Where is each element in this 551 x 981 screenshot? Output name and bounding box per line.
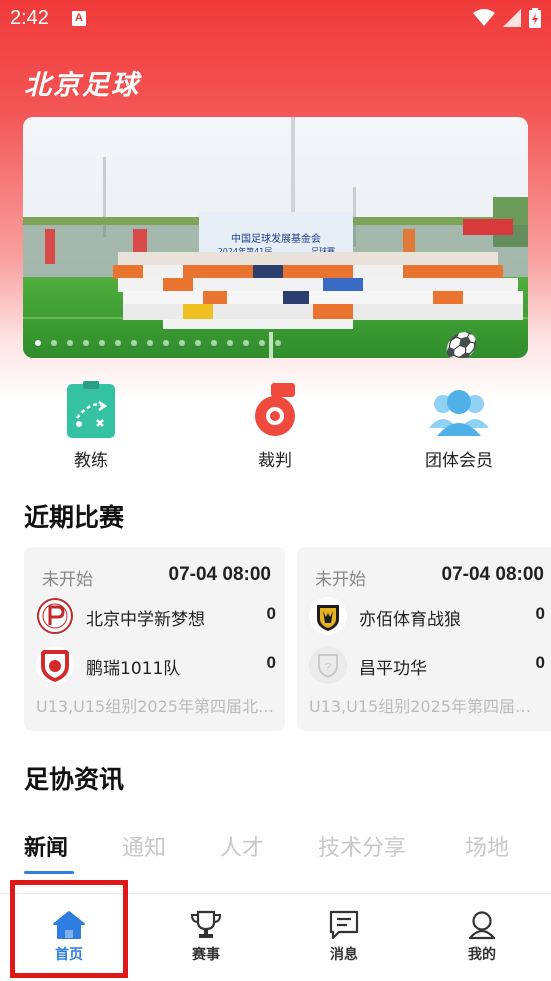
team-score: 0 [266,604,276,623]
trophy-icon [189,910,223,940]
carousel-dot[interactable] [83,340,89,346]
carousel-dot[interactable] [275,340,281,346]
tactics-board-icon [61,380,121,440]
school-crest-icon [36,597,74,635]
carousel-dot[interactable] [131,340,137,346]
bottom-navigation: 首页 赛事 消息 我的 [0,893,551,981]
away-team-row: 鹏瑞1011队 0 [36,646,276,686]
team-score: 0 [266,653,276,672]
banner-sign-line1: 中国足球发展基金会 [231,232,321,245]
nav-label: 我的 [468,947,496,963]
team-name: 北京中学新梦想 [86,610,205,630]
banner-photo: 中国足球发展基金会 2024年第41届 足球赛 ⚽ [23,117,528,358]
quick-entry-coach[interactable]: 教练 [31,380,151,471]
app-title: 北京足球 [24,70,140,101]
carousel-dot[interactable] [211,340,217,346]
carousel-dot[interactable] [179,340,185,346]
carousel-dot[interactable] [35,340,41,346]
team-score: 0 [535,604,545,623]
nav-profile[interactable]: 我的 [442,910,522,964]
tab-notice[interactable]: 通知 [122,830,166,862]
team-name: 亦佰体育战狼 [359,610,461,630]
status-indicators [473,8,541,28]
whistle-icon [245,380,305,440]
quick-entry-label: 教练 [74,451,108,471]
carousel-dot[interactable] [51,340,57,346]
crowd [113,252,523,329]
carousel-indicator [35,340,281,346]
nav-messages[interactable]: 消息 [304,910,384,964]
match-status: 未开始 [315,570,366,590]
tab-news[interactable]: 新闻 [24,830,68,862]
carousel-dot[interactable] [227,340,233,346]
quick-entry-label: 团体会员 [425,451,493,471]
match-time: 07-04 08:00 [441,564,544,585]
status-time: 2:42 [10,7,49,29]
tab-venue[interactable]: 场地 [465,830,509,862]
svg-text:?: ? [325,660,332,674]
match-card[interactable]: 未开始 07-04 08:00 亦佰体育战狼 0 ? 昌平功华 0 U13,U1… [297,547,551,731]
signal-icon [503,9,521,27]
team-score: 0 [535,653,545,672]
recent-matches-title: 近期比赛 [24,503,125,532]
battery-icon [529,8,541,28]
club-shield-icon [36,646,74,684]
home-team-row: 北京中学新梦想 0 [36,597,276,637]
carousel-dot[interactable] [99,340,105,346]
match-description: U13,U15组别2025年第四届北京市青少年足球联赛 [309,697,545,716]
team-name: 鹏瑞1011队 [86,659,181,679]
match-status: 未开始 [42,570,93,590]
nav-home[interactable]: 首页 [29,910,109,964]
wolf-crest-icon [309,597,347,635]
nav-events[interactable]: 赛事 [166,910,246,964]
away-team-row: ? 昌平功华 0 [309,646,545,686]
nav-label: 赛事 [192,947,220,963]
active-tab-indicator [24,871,74,874]
match-description: U13,U15组别2025年第四届北京市青少年足球联赛 [36,697,276,716]
nav-label: 消息 [330,947,358,963]
profile-icon [465,910,499,940]
quick-entry-label: 裁判 [258,451,292,471]
default-shield-icon: ? [309,646,347,684]
quick-entry-referee[interactable]: 裁判 [215,380,335,471]
news-section-title: 足协资讯 [24,765,125,794]
carousel-dot[interactable] [67,340,73,346]
carousel-dot[interactable] [259,340,265,346]
tab-talent[interactable]: 人才 [220,830,264,862]
home-team-row: 亦佰体育战狼 0 [309,597,545,637]
team-name: 昌平功华 [359,659,427,679]
home-icon [52,910,86,940]
banner-carousel[interactable]: 中国足球发展基金会 2024年第41届 足球赛 ⚽ [23,117,528,358]
message-icon [327,910,361,940]
carousel-dot[interactable] [195,340,201,346]
carousel-dot[interactable] [115,340,121,346]
carousel-dot[interactable] [243,340,249,346]
nav-label: 首页 [55,947,83,963]
status-bar: 2:42 A [0,0,551,38]
carousel-dot[interactable] [163,340,169,346]
banner-corner-mark: ⚽ [440,331,480,358]
match-time: 07-04 08:00 [168,564,271,585]
quick-entries: 教练 裁判 团体会员 [0,380,551,475]
wifi-icon [473,9,495,26]
quick-entry-group-member[interactable]: 团体会员 [399,380,519,471]
group-members-icon [429,380,489,440]
news-tabs: 新闻 通知 人才 技术分享 场地 [0,830,551,875]
tab-tech-share[interactable]: 技术分享 [318,830,406,862]
match-card[interactable]: 未开始 07-04 08:00 北京中学新梦想 0 鹏瑞1011队 0 U13,… [24,547,285,731]
notification-a-icon: A [72,11,86,26]
carousel-dot[interactable] [147,340,153,346]
